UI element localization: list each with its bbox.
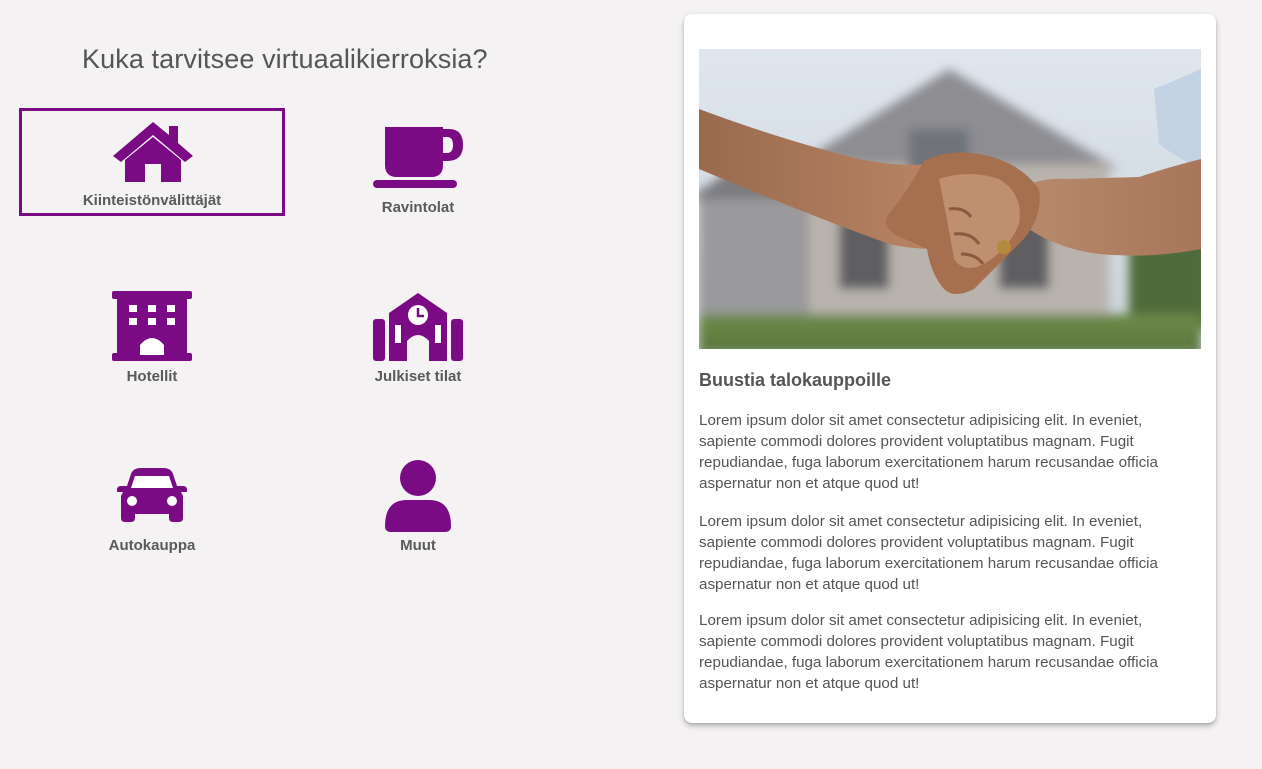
category-label: Ravintolat <box>381 199 455 216</box>
hotel-icon <box>112 291 192 363</box>
car-icon <box>117 468 187 524</box>
category-tile-hotels[interactable]: Hotellit <box>19 284 285 392</box>
category-tile-real-estate[interactable]: Kiinteistönvälittäjät <box>19 108 285 216</box>
info-card: Buustia talokauppoille Lorem ipsum dolor… <box>684 14 1216 723</box>
handshake-house-photo <box>699 49 1201 349</box>
house-icon <box>113 120 193 184</box>
category-tile-others[interactable]: Muut <box>285 454 551 562</box>
card-paragraph: Lorem ipsum dolor sit amet consectetur a… <box>699 412 1158 492</box>
category-label: Autokauppa <box>108 537 196 554</box>
coffee-cup-icon <box>373 125 465 189</box>
category-label: Julkiset tilat <box>374 368 462 385</box>
card-paragraph: Lorem ipsum dolor sit amet consectetur a… <box>699 612 1158 692</box>
card-title: Buustia talokauppoille <box>699 370 892 390</box>
category-label: Muut <box>400 537 436 554</box>
person-icon <box>385 460 451 532</box>
school-building-icon <box>373 291 463 363</box>
categories-section: Kuka tarvitsee virtuaalikierroksia? Kiin… <box>0 0 640 769</box>
category-tile-public-spaces[interactable]: Julkiset tilat <box>285 284 551 392</box>
category-tile-car-dealers[interactable]: Autokauppa <box>19 454 285 562</box>
category-label: Hotellit <box>126 368 178 385</box>
section-heading: Kuka tarvitsee virtuaalikierroksia? <box>82 44 488 74</box>
category-tile-restaurants[interactable]: Ravintolat <box>285 108 551 216</box>
category-label: Kiinteistönvälittäjät <box>82 192 222 209</box>
card-paragraph: Lorem ipsum dolor sit amet consectetur a… <box>699 513 1158 593</box>
